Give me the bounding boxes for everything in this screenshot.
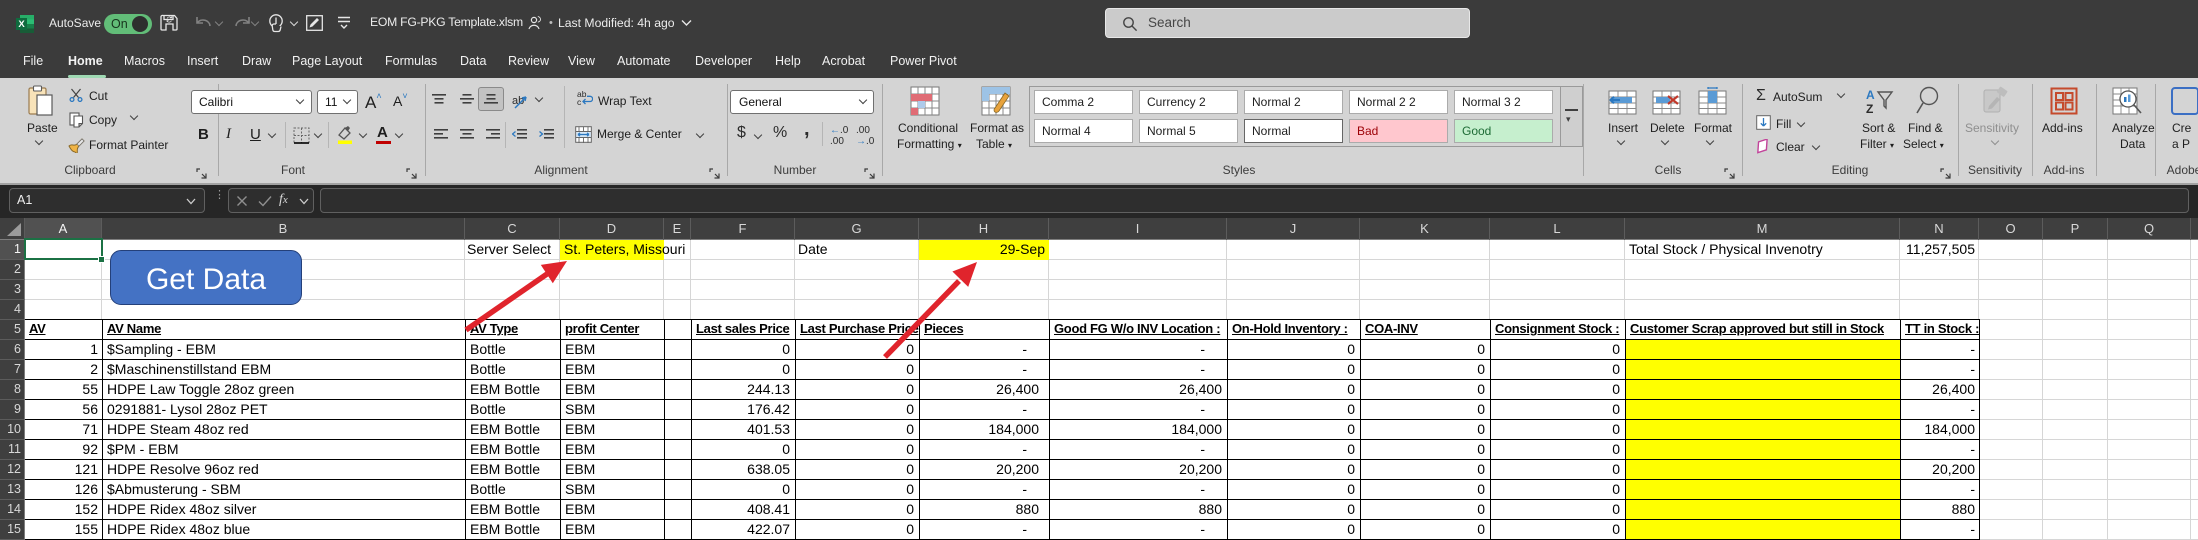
svg-text:Z: Z bbox=[1866, 102, 1873, 116]
svg-text:X: X bbox=[18, 19, 25, 30]
svg-text:A: A bbox=[1866, 88, 1875, 102]
